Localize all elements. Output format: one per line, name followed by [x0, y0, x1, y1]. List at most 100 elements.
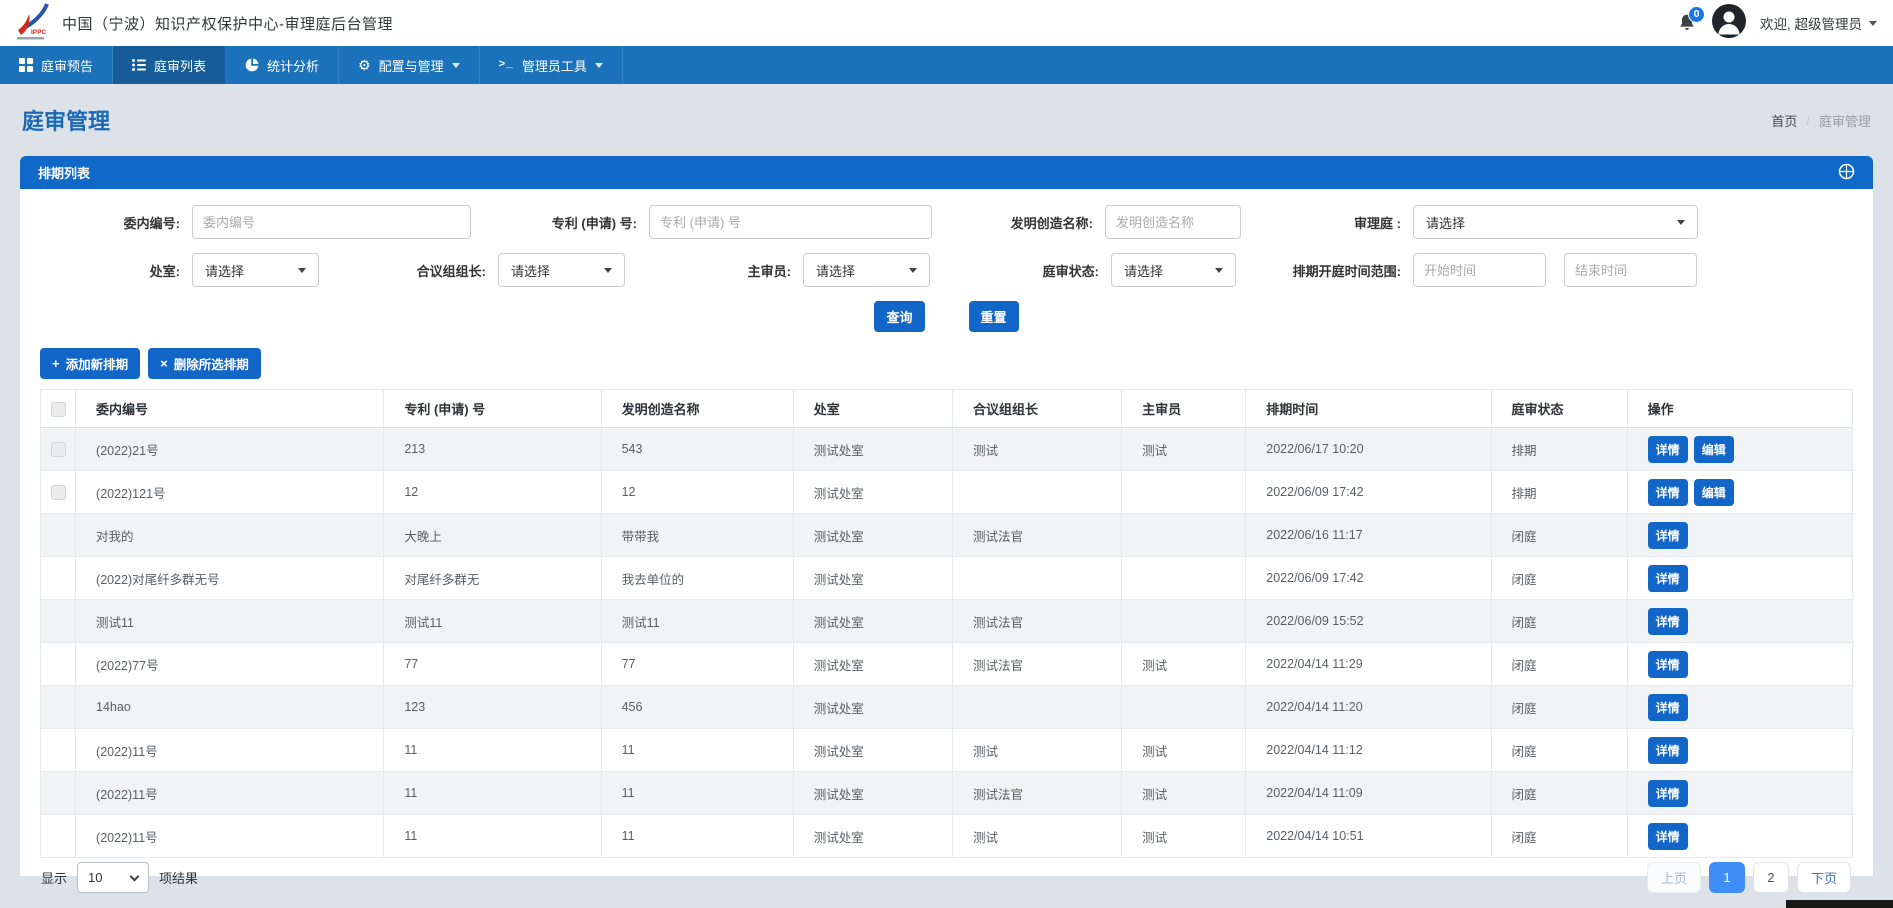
add-schedule-button[interactable]: + 添加新排期: [40, 348, 140, 379]
tab-statistics[interactable]: 统计分析: [226, 46, 339, 84]
detail-button[interactable]: 详情: [1648, 608, 1688, 635]
table-row: (2022)21号213543测试处室测试测试2022/06/17 10:20排…: [41, 428, 1853, 471]
tab-trial-list[interactable]: 庭审列表: [113, 46, 226, 84]
footer: 显示 10 项结果 上页 1 2 下页: [41, 862, 1851, 893]
table-row: (2022)77号7777测试处室测试法官测试2022/04/14 11:29闭…: [41, 643, 1853, 686]
pagination-next-button[interactable]: 下页: [1797, 862, 1851, 893]
cell-checkbox: [41, 428, 76, 471]
chevron-down-icon: [130, 871, 140, 881]
tab-config-management[interactable]: ⚙ 配置与管理: [339, 46, 480, 84]
detail-button[interactable]: 详情: [1648, 436, 1688, 463]
reset-button[interactable]: 重置: [969, 301, 1019, 332]
detail-button[interactable]: 详情: [1648, 694, 1688, 721]
tab-admin-tools[interactable]: >_ 管理员工具: [480, 46, 623, 84]
column-header: 合议组组长: [952, 390, 1121, 428]
navbar: 庭审预告 庭审列表 统计分析 ⚙ 配置与管理: [0, 46, 1893, 84]
cell-invention: 带带我: [601, 514, 793, 557]
screen-artifact: [1786, 900, 1893, 908]
detail-button[interactable]: 详情: [1648, 737, 1688, 764]
detail-button[interactable]: 详情: [1648, 565, 1688, 592]
table-row: (2022)121号1212测试处室2022/06/09 17:42排期详情编辑: [41, 471, 1853, 514]
cell-time: 2022/04/14 11:29: [1246, 643, 1491, 686]
cell-office: 测试处室: [793, 428, 952, 471]
patent-no-input[interactable]: [649, 205, 932, 239]
cell-case_no: (2022)对尾纤多群无号: [76, 557, 384, 600]
detail-button[interactable]: 详情: [1648, 651, 1688, 678]
cell-patent_no: 对尾纤多群无: [384, 557, 601, 600]
detail-button[interactable]: 详情: [1648, 823, 1688, 850]
pagination-page-2[interactable]: 2: [1753, 862, 1789, 893]
end-time-input[interactable]: [1564, 253, 1697, 287]
cell-status: 排期: [1491, 471, 1627, 514]
topbar: IPPC 中国（宁波）知识产权保护中心-审理庭后台管理 0: [0, 0, 1893, 46]
breadcrumb-home[interactable]: 首页: [1771, 111, 1797, 130]
table-body: (2022)21号213543测试处室测试测试2022/06/17 10:20排…: [41, 428, 1853, 858]
select-all-checkbox[interactable]: [51, 402, 66, 417]
delete-selected-label: 删除所选排期: [174, 354, 249, 373]
cell-patent_no: 213: [384, 428, 601, 471]
user-menu[interactable]: 欢迎, 超级管理员: [1760, 13, 1877, 33]
cell-patent_no: 77: [384, 643, 601, 686]
table-header-row: 委内编号 专利 (申请) 号 发明创造名称 处室 合议组组长 主审员 排期时间 …: [41, 390, 1853, 428]
page-size-select[interactable]: 10: [77, 862, 149, 893]
avatar[interactable]: [1712, 4, 1746, 43]
tab-label: 庭审列表: [154, 56, 206, 75]
cell-status: 排期: [1491, 428, 1627, 471]
notifications-button[interactable]: 0: [1676, 8, 1698, 39]
page-size-value: 10: [88, 870, 102, 885]
cell-office: 测试处室: [793, 557, 952, 600]
row-checkbox[interactable]: [51, 485, 66, 500]
cell-actions: 详情: [1627, 643, 1852, 686]
cell-leader: [952, 471, 1121, 514]
judge-label: 主审员:: [625, 261, 803, 280]
column-header: 操作: [1627, 390, 1852, 428]
cell-office: 测试处室: [793, 772, 952, 815]
detail-button[interactable]: 详情: [1648, 780, 1688, 807]
cell-actions: 详情: [1627, 815, 1852, 858]
cell-checkbox: [41, 600, 76, 643]
office-select[interactable]: 请选择: [192, 253, 319, 287]
edit-button[interactable]: 编辑: [1694, 479, 1734, 506]
panel-leader-select[interactable]: 请选择: [498, 253, 625, 287]
detail-button[interactable]: 详情: [1648, 479, 1688, 506]
cell-judge: 测试: [1122, 729, 1246, 772]
detail-button[interactable]: 详情: [1648, 522, 1688, 549]
gear-icon: ⚙: [358, 58, 371, 72]
case-no-input[interactable]: [192, 205, 471, 239]
panel-header: 排期列表: [20, 156, 1873, 189]
start-time-input[interactable]: [1413, 253, 1546, 287]
cell-status: 闭庭: [1491, 815, 1627, 858]
trial-status-select[interactable]: 请选择: [1111, 253, 1236, 287]
cell-status: 闭庭: [1491, 686, 1627, 729]
table-row: 测试11测试11测试11测试处室测试法官2022/06/09 15:52闭庭详情: [41, 600, 1853, 643]
cell-leader: 测试法官: [952, 600, 1121, 643]
time-range-label: 排期开庭时间范围:: [1236, 261, 1413, 280]
cell-judge: [1122, 686, 1246, 729]
edit-button[interactable]: 编辑: [1694, 436, 1734, 463]
pagination-page-1[interactable]: 1: [1709, 862, 1745, 893]
table-row: (2022)11号1111测试处室测试法官测试2022/04/14 11:09闭…: [41, 772, 1853, 815]
column-header: 排期时间: [1246, 390, 1491, 428]
cell-case_no: (2022)11号: [76, 772, 384, 815]
table-toolbar: + 添加新排期 × 删除所选排期: [40, 348, 1853, 379]
cell-status: 闭庭: [1491, 600, 1627, 643]
delete-selected-button[interactable]: × 删除所选排期: [148, 348, 261, 379]
cell-office: 测试处室: [793, 514, 952, 557]
invention-name-input[interactable]: [1105, 205, 1241, 239]
cell-invention: 我去单位的: [601, 557, 793, 600]
pagination-prev-button[interactable]: 上页: [1647, 862, 1701, 893]
cell-time: 2022/04/14 11:20: [1246, 686, 1491, 729]
chevron-down-icon: [298, 268, 306, 273]
cell-time: 2022/04/14 10:51: [1246, 815, 1491, 858]
search-button[interactable]: 查询: [874, 301, 924, 332]
court-select[interactable]: 请选择: [1413, 205, 1698, 239]
row-checkbox[interactable]: [51, 442, 66, 457]
panel-globe-icon[interactable]: [1838, 163, 1855, 183]
tab-trial-preview[interactable]: 庭审预告: [0, 46, 113, 84]
cell-time: 2022/04/14 11:09: [1246, 772, 1491, 815]
judge-select[interactable]: 请选择: [803, 253, 930, 287]
cell-patent_no: 大晚上: [384, 514, 601, 557]
trial-status-label: 庭审状态:: [930, 261, 1111, 280]
cell-status: 闭庭: [1491, 772, 1627, 815]
filter-row-2: 处室: 请选择 合议组组长: 请选择 主审员: 请选择 庭审状态: 请选择: [40, 253, 1853, 287]
